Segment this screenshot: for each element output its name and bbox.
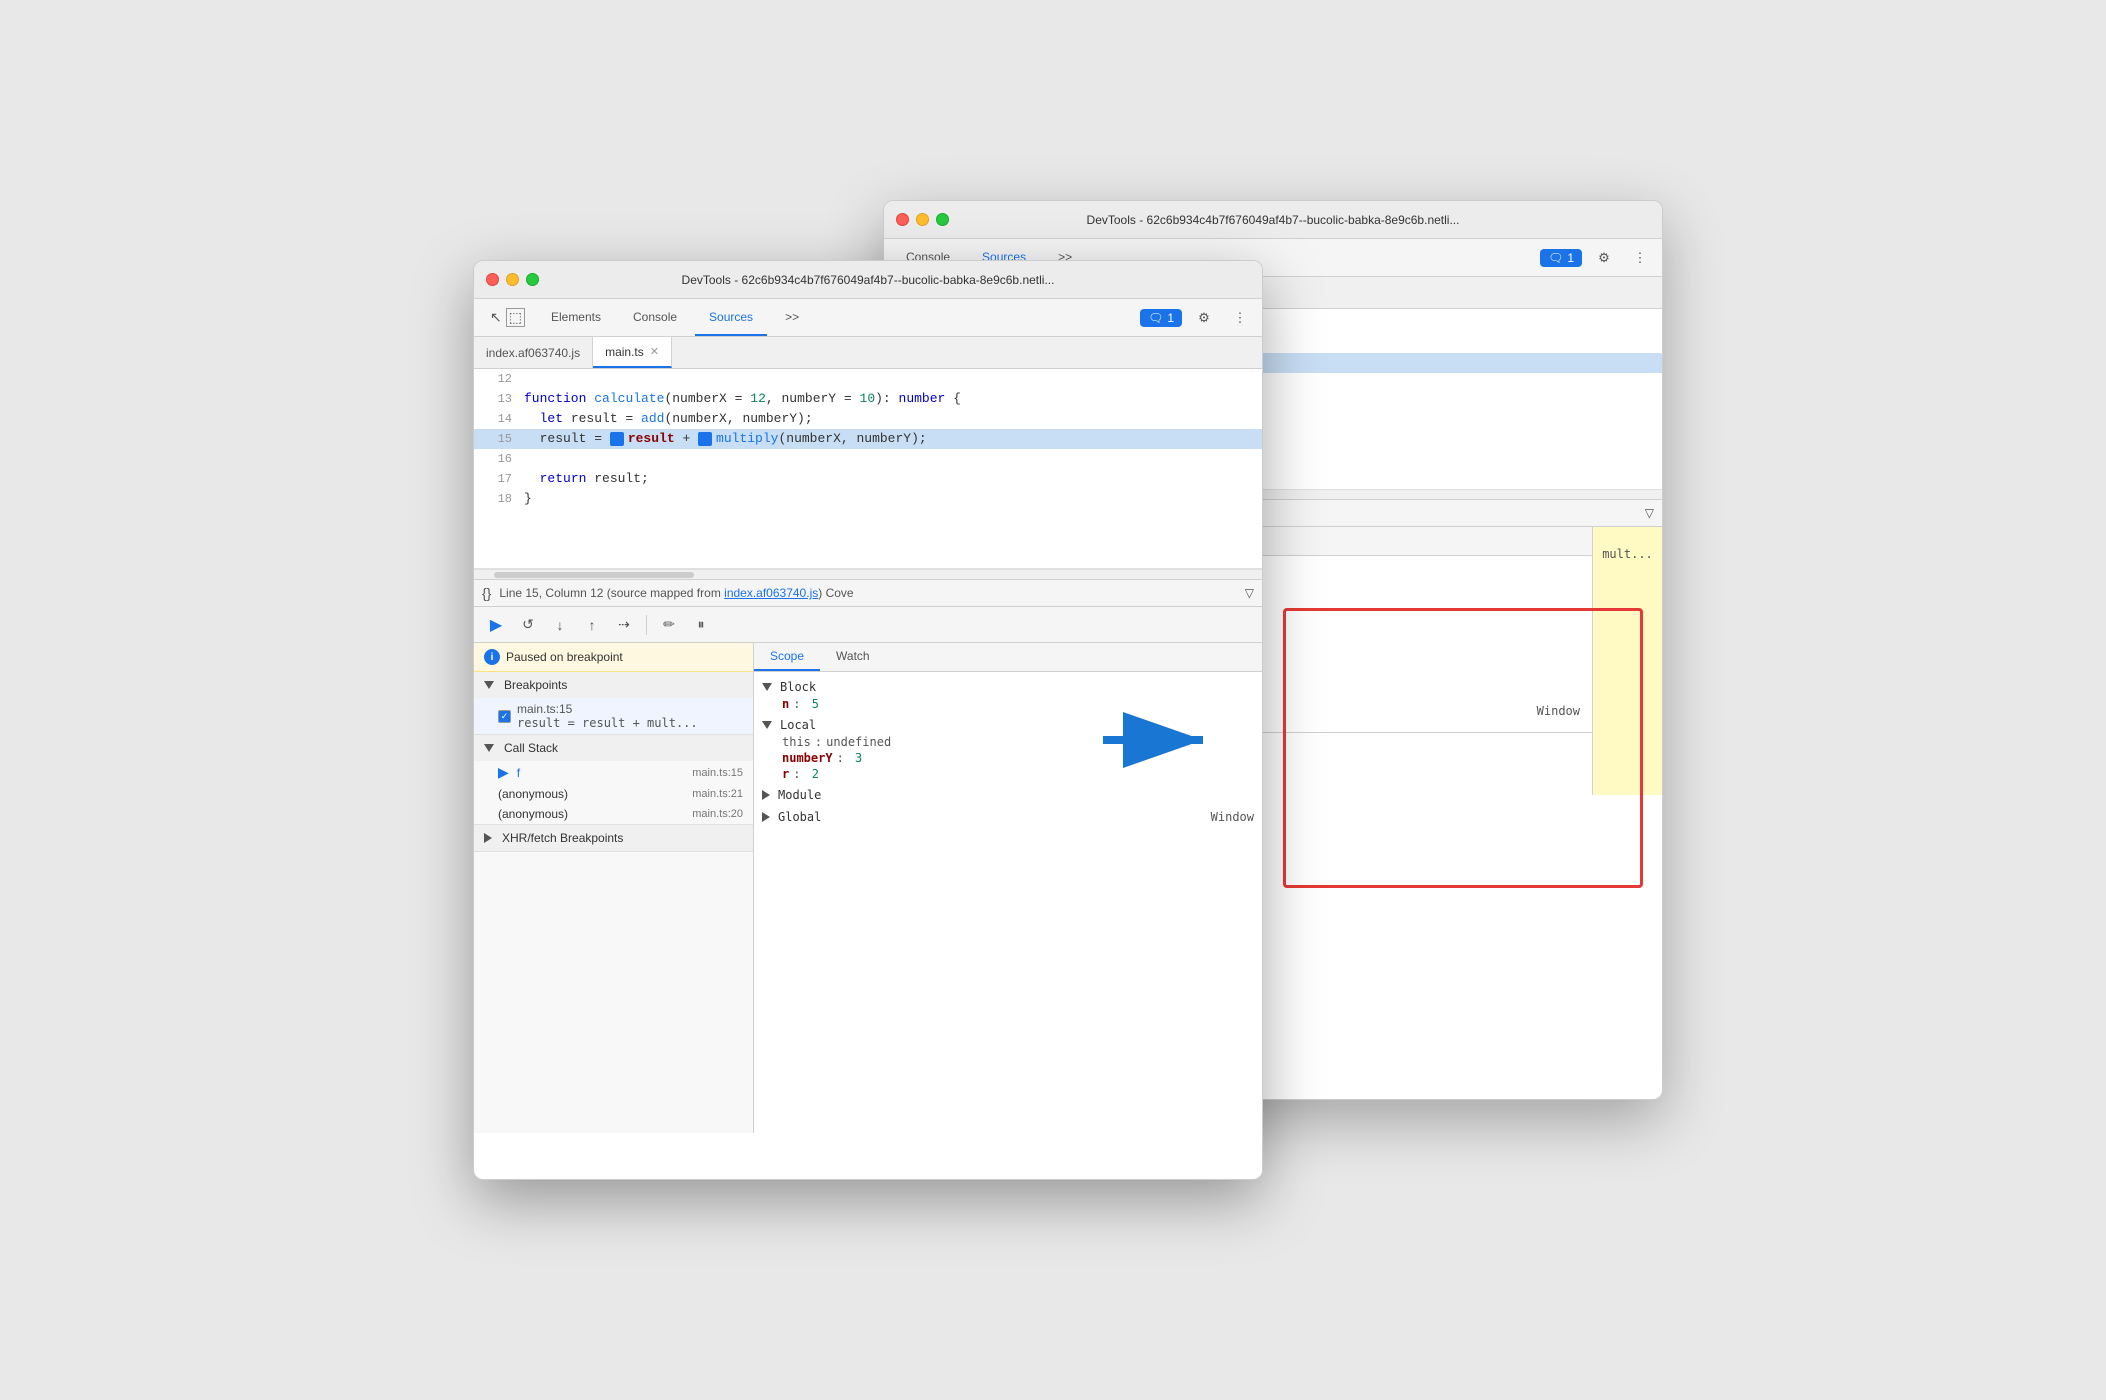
front-more-btn[interactable]: ⋮ xyxy=(1226,304,1254,332)
front-cs-item-anon1[interactable]: (anonymous) main.ts:21 xyxy=(474,784,753,804)
front-scope-block: Block n: 5 xyxy=(762,678,1254,712)
front-braces-icon: {} xyxy=(482,585,491,601)
front-cs-item-f[interactable]: ▶ f main.ts:15 xyxy=(474,761,753,784)
front-pause-btn[interactable]: ⏸ xyxy=(687,611,715,639)
back-status-toggle[interactable]: ▽ xyxy=(1645,506,1654,520)
back-mult-column: mult... xyxy=(1592,527,1662,795)
front-tab-more[interactable]: >> xyxy=(771,299,813,336)
front-module-arrow xyxy=(762,790,770,800)
front-bp-file: main.ts:15 xyxy=(517,702,698,716)
front-code-line-13: 13 function calculate(numberX = 12, numb… xyxy=(474,389,1262,409)
front-scrollbar-h[interactable] xyxy=(474,569,1262,579)
front-code-line-15: 15 result = result + multiply(numberX, n… xyxy=(474,429,1262,449)
front-local-arrow xyxy=(762,721,772,729)
front-tab-bar: ↖ ⬚ Elements Console Sources >> 🗨 1 ⚙ ⋮ xyxy=(474,299,1262,337)
back-more-btn[interactable]: ⋮ xyxy=(1626,244,1654,272)
front-file-tab-js[interactable]: index.af063740.js xyxy=(474,337,593,368)
front-minimize-btn[interactable] xyxy=(506,273,519,286)
front-breakpoints-header[interactable]: Breakpoints xyxy=(474,672,753,698)
front-debug-toolbar: ▶ ↺ ↓ ↑ ⇢ ✏ ⏸ xyxy=(474,607,1262,643)
front-cs-arrow: ▶ xyxy=(498,764,509,781)
front-watch-tab[interactable]: Watch xyxy=(820,643,886,671)
front-close-tab-icon[interactable]: ✕ xyxy=(650,345,659,358)
front-traffic-lights xyxy=(486,273,539,286)
front-code-line-12: 12 xyxy=(474,369,1262,389)
front-toolbar-divider xyxy=(646,615,647,635)
front-global-arrow xyxy=(762,812,770,822)
front-scope-tabs: Scope Watch xyxy=(754,643,1262,672)
front-callstack-header[interactable]: Call Stack xyxy=(474,735,753,761)
front-step-back-btn[interactable]: ⇢ xyxy=(610,611,638,639)
front-code-line-14: 14 let result = add(numberX, numberY); xyxy=(474,409,1262,429)
back-minimize-btn[interactable] xyxy=(916,213,929,226)
front-title-bar: DevTools - 62c6b934c4b7f676049af4b7--buc… xyxy=(474,261,1262,299)
front-callstack-arrow xyxy=(484,744,494,752)
back-window-title: DevTools - 62c6b934c4b7f676049af4b7--buc… xyxy=(1087,213,1460,227)
front-tab-icons: 🗨 1 ⚙ ⋮ xyxy=(1140,299,1254,336)
front-code-area: 12 13 function calculate(numberX = 12, n… xyxy=(474,369,1262,569)
front-edit-btn[interactable]: ✏ xyxy=(655,611,683,639)
front-tab-sources[interactable]: Sources xyxy=(695,299,767,336)
front-scrollbar-thumb[interactable] xyxy=(494,572,694,578)
front-cs-item-anon2[interactable]: (anonymous) main.ts:20 xyxy=(474,804,753,824)
front-bp-checkbox[interactable]: ✓ xyxy=(498,710,511,723)
back-maximize-btn[interactable] xyxy=(936,213,949,226)
front-message-badge[interactable]: 🗨 1 xyxy=(1140,309,1182,327)
front-breakpoints-arrow xyxy=(484,681,494,689)
front-tab-console[interactable]: Console xyxy=(619,299,691,336)
front-xhr-section: XHR/fetch Breakpoints xyxy=(474,825,753,852)
front-left-panel: i Paused on breakpoint Breakpoints ✓ xyxy=(474,643,754,1133)
front-paused-banner: i Paused on breakpoint xyxy=(474,643,753,672)
front-code-line-17: 17 return result; xyxy=(474,469,1262,489)
blue-arrow xyxy=(1103,710,1223,770)
front-scope-tab[interactable]: Scope xyxy=(754,643,820,671)
front-maximize-btn[interactable] xyxy=(526,273,539,286)
front-file-tabs: index.af063740.js main.ts ✕ xyxy=(474,337,1262,369)
back-message-badge[interactable]: 🗨 1 xyxy=(1540,249,1582,267)
front-info-icon: i xyxy=(484,649,500,665)
front-code-line-18: 18 } xyxy=(474,489,1262,509)
front-breakpoints-section: Breakpoints ✓ main.ts:15 result = result… xyxy=(474,672,753,735)
front-window-title: DevTools - 62c6b934c4b7f676049af4b7--buc… xyxy=(682,273,1055,287)
front-xhr-arrow xyxy=(484,833,492,843)
front-block-arrow xyxy=(762,683,772,691)
back-tab-icons: 🗨 1 ⚙ ⋮ xyxy=(1540,239,1654,276)
back-traffic-lights xyxy=(896,213,949,226)
back-title-bar: DevTools - 62c6b934c4b7f676049af4b7--buc… xyxy=(884,201,1662,239)
front-settings-btn[interactable]: ⚙ xyxy=(1190,304,1218,332)
front-file-tab-ts[interactable]: main.ts ✕ xyxy=(593,337,672,368)
front-status-toggle[interactable]: ▽ xyxy=(1245,586,1254,600)
front-scope-module: Module xyxy=(762,786,1254,804)
front-close-btn[interactable] xyxy=(486,273,499,286)
back-close-btn[interactable] xyxy=(896,213,909,226)
front-step-into-btn[interactable]: ↓ xyxy=(546,611,574,639)
front-code-line-16: 16 xyxy=(474,449,1262,469)
front-step-over-btn[interactable]: ↺ xyxy=(514,611,542,639)
front-resume-btn[interactable]: ▶ xyxy=(482,611,510,639)
back-settings-btn[interactable]: ⚙ xyxy=(1590,244,1618,272)
front-status-bar: {} Line 15, Column 12 (source mapped fro… xyxy=(474,579,1262,607)
front-breakpoint-item: ✓ main.ts:15 result = result + mult... xyxy=(474,698,753,734)
front-bp-code: result = result + mult... xyxy=(517,716,698,730)
front-source-link[interactable]: index.af063740.js xyxy=(724,586,818,600)
front-tab-elements[interactable]: Elements xyxy=(537,299,615,336)
front-cursor-icon: ↖ ⬚ xyxy=(482,299,533,336)
front-step-out-btn[interactable]: ↑ xyxy=(578,611,606,639)
front-callstack-section: Call Stack ▶ f main.ts:15 (anonymous) ma… xyxy=(474,735,753,825)
front-scope-global: Global Window xyxy=(762,808,1254,826)
front-xhr-header[interactable]: XHR/fetch Breakpoints xyxy=(474,825,753,851)
